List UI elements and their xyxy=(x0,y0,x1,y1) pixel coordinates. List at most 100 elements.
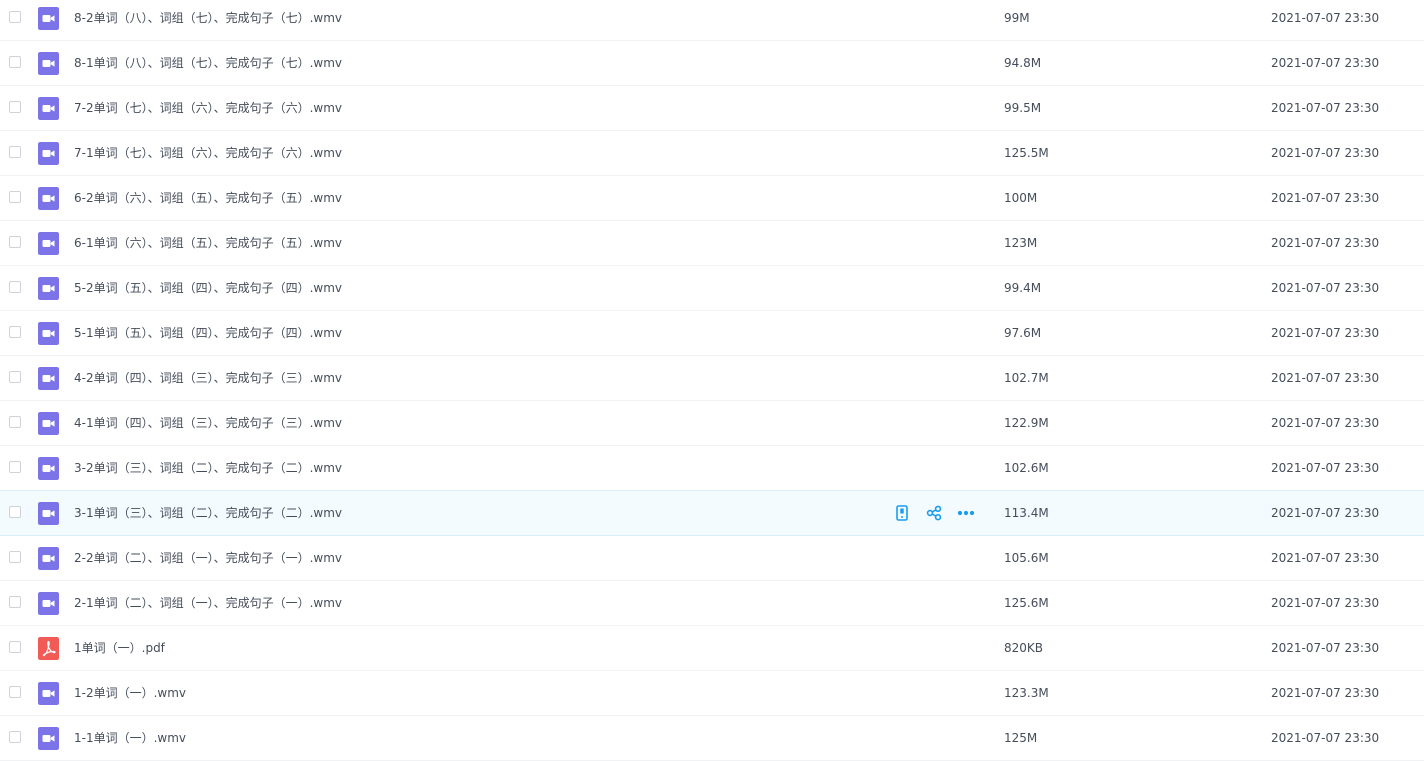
row-checkbox[interactable] xyxy=(9,506,21,518)
file-name[interactable]: 7-2单词（七）、词组（六）、完成句子（六）.wmv xyxy=(74,86,342,130)
file-row[interactable]: 6-1单词（六）、词组（五）、完成句子（五）.wmv 123M 2021-07-… xyxy=(0,221,1424,266)
file-name[interactable]: 1-2单词（一）.wmv xyxy=(74,671,186,715)
video-file-icon xyxy=(38,7,59,30)
file-name[interactable]: 2-2单词（二）、词组（一）、完成句子（一）.wmv xyxy=(74,536,342,580)
video-file-icon xyxy=(38,97,59,120)
pdf-file-icon xyxy=(38,637,59,660)
video-file-icon xyxy=(38,547,59,570)
file-size: 123.3M xyxy=(1004,686,1049,700)
file-row[interactable]: 7-2单词（七）、词组（六）、完成句子（六）.wmv 99.5M 2021-07… xyxy=(0,86,1424,131)
file-name[interactable]: 2-1单词（二）、词组（一）、完成句子（一）.wmv xyxy=(74,581,342,625)
file-size: 100M xyxy=(1004,191,1038,205)
file-size: 113.4M xyxy=(1004,506,1049,520)
video-file-icon xyxy=(38,367,59,390)
row-checkbox[interactable] xyxy=(9,731,21,743)
row-checkbox[interactable] xyxy=(9,11,21,23)
file-modified-date: 2021-07-07 23:30 xyxy=(1271,506,1380,520)
row-checkbox[interactable] xyxy=(9,326,21,338)
file-name[interactable]: 8-2单词（八）、词组（七）、完成句子（七）.wmv xyxy=(74,0,342,40)
file-modified-date: 2021-07-07 23:30 xyxy=(1271,731,1380,745)
file-name[interactable]: 6-2单词（六）、词组（五）、完成句子（五）.wmv xyxy=(74,176,342,220)
row-checkbox[interactable] xyxy=(9,371,21,383)
file-size: 125.5M xyxy=(1004,146,1049,160)
file-name[interactable]: 4-2单词（四）、词组（三）、完成句子（三）.wmv xyxy=(74,356,342,400)
more-icon[interactable] xyxy=(957,504,975,522)
row-checkbox[interactable] xyxy=(9,686,21,698)
file-modified-date: 2021-07-07 23:30 xyxy=(1271,416,1380,430)
file-modified-date: 2021-07-07 23:30 xyxy=(1271,281,1380,295)
file-modified-date: 2021-07-07 23:30 xyxy=(1271,371,1380,385)
row-checkbox[interactable] xyxy=(9,416,21,428)
video-file-icon xyxy=(38,52,59,75)
video-file-icon xyxy=(38,322,59,345)
file-row[interactable]: 6-2单词（六）、词组（五）、完成句子（五）.wmv 100M 2021-07-… xyxy=(0,176,1424,221)
file-size: 97.6M xyxy=(1004,326,1042,340)
row-checkbox[interactable] xyxy=(9,551,21,563)
file-modified-date: 2021-07-07 23:30 xyxy=(1271,101,1380,115)
file-row[interactable]: 4-2单词（四）、词组（三）、完成句子（三）.wmv 102.7M 2021-0… xyxy=(0,356,1424,401)
video-file-icon xyxy=(38,592,59,615)
file-row[interactable]: 5-1单词（五）、词组（四）、完成句子（四）.wmv 97.6M 2021-07… xyxy=(0,311,1424,356)
file-name[interactable]: 3-2单词（三）、词组（二）、完成句子（二）.wmv xyxy=(74,446,342,490)
video-file-icon xyxy=(38,682,59,705)
file-name[interactable]: 4-1单词（四）、词组（三）、完成句子（三）.wmv xyxy=(74,401,342,445)
file-row[interactable]: 4-1单词（四）、词组（三）、完成句子（三）.wmv 122.9M 2021-0… xyxy=(0,401,1424,446)
file-row[interactable]: 2-1单词（二）、词组（一）、完成句子（一）.wmv 125.6M 2021-0… xyxy=(0,581,1424,626)
file-name[interactable]: 3-1单词（三）、词组（二）、完成句子（二）.wmv xyxy=(74,491,342,535)
file-name[interactable]: 7-1单词（七）、词组（六）、完成句子（六）.wmv xyxy=(74,131,342,175)
file-size: 125.6M xyxy=(1004,596,1049,610)
file-size: 102.6M xyxy=(1004,461,1049,475)
file-modified-date: 2021-07-07 23:30 xyxy=(1271,56,1380,70)
file-row[interactable]: 3-1单词（三）、词组（二）、完成句子（二）.wmv 113.4M 2021-0… xyxy=(0,490,1424,536)
row-checkbox[interactable] xyxy=(9,56,21,68)
file-size: 820KB xyxy=(1004,641,1044,655)
file-modified-date: 2021-07-07 23:30 xyxy=(1271,461,1380,475)
video-file-icon xyxy=(38,457,59,480)
file-name[interactable]: 1-1单词（一）.wmv xyxy=(74,716,186,760)
file-row[interactable]: 1单词（一）.pdf 820KB 2021-07-07 23:30 xyxy=(0,626,1424,671)
file-modified-date: 2021-07-07 23:30 xyxy=(1271,11,1380,25)
file-size: 94.8M xyxy=(1004,56,1042,70)
video-file-icon xyxy=(38,232,59,255)
file-row[interactable]: 8-2单词（八）、词组（七）、完成句子（七）.wmv 99M 2021-07-0… xyxy=(0,0,1424,41)
row-checkbox[interactable] xyxy=(9,461,21,473)
video-file-icon xyxy=(38,187,59,210)
video-file-icon xyxy=(38,412,59,435)
file-name[interactable]: 1单词（一）.pdf xyxy=(74,626,165,670)
file-name[interactable]: 6-1单词（六）、词组（五）、完成句子（五）.wmv xyxy=(74,221,342,265)
row-checkbox[interactable] xyxy=(9,146,21,158)
video-file-icon xyxy=(38,502,59,525)
file-size: 125M xyxy=(1004,731,1038,745)
file-row[interactable]: 1-2单词（一）.wmv 123.3M 2021-07-07 23:30 xyxy=(0,671,1424,716)
row-actions xyxy=(893,504,975,522)
row-checkbox[interactable] xyxy=(9,101,21,113)
file-modified-date: 2021-07-07 23:30 xyxy=(1271,236,1380,250)
file-name[interactable]: 5-1单词（五）、词组（四）、完成句子（四）.wmv xyxy=(74,311,342,355)
row-checkbox[interactable] xyxy=(9,236,21,248)
file-size: 99M xyxy=(1004,11,1030,25)
share-icon[interactable] xyxy=(925,504,943,522)
file-row[interactable]: 8-1单词（八）、词组（七）、完成句子（七）.wmv 94.8M 2021-07… xyxy=(0,41,1424,86)
file-size: 105.6M xyxy=(1004,551,1049,565)
file-row[interactable]: 3-2单词（三）、词组（二）、完成句子（二）.wmv 102.6M 2021-0… xyxy=(0,446,1424,491)
file-modified-date: 2021-07-07 23:30 xyxy=(1271,326,1380,340)
file-size: 123M xyxy=(1004,236,1038,250)
file-modified-date: 2021-07-07 23:30 xyxy=(1271,596,1380,610)
file-modified-date: 2021-07-07 23:30 xyxy=(1271,686,1380,700)
video-file-icon xyxy=(38,277,59,300)
row-checkbox[interactable] xyxy=(9,191,21,203)
file-row[interactable]: 1-1单词（一）.wmv 125M 2021-07-07 23:30 xyxy=(0,716,1424,761)
file-modified-date: 2021-07-07 23:30 xyxy=(1271,641,1380,655)
file-size: 99.4M xyxy=(1004,281,1042,295)
file-name[interactable]: 8-1单词（八）、词组（七）、完成句子（七）.wmv xyxy=(74,41,342,85)
file-row[interactable]: 5-2单词（五）、词组（四）、完成句子（四）.wmv 99.4M 2021-07… xyxy=(0,266,1424,311)
file-row[interactable]: 2-2单词（二）、词组（一）、完成句子（一）.wmv 105.6M 2021-0… xyxy=(0,536,1424,581)
phone-icon[interactable] xyxy=(893,504,911,522)
file-size: 122.9M xyxy=(1004,416,1049,430)
row-checkbox[interactable] xyxy=(9,641,21,653)
row-checkbox[interactable] xyxy=(9,596,21,608)
file-modified-date: 2021-07-07 23:30 xyxy=(1271,551,1380,565)
file-row[interactable]: 7-1单词（七）、词组（六）、完成句子（六）.wmv 125.5M 2021-0… xyxy=(0,131,1424,176)
file-name[interactable]: 5-2单词（五）、词组（四）、完成句子（四）.wmv xyxy=(74,266,342,310)
row-checkbox[interactable] xyxy=(9,281,21,293)
